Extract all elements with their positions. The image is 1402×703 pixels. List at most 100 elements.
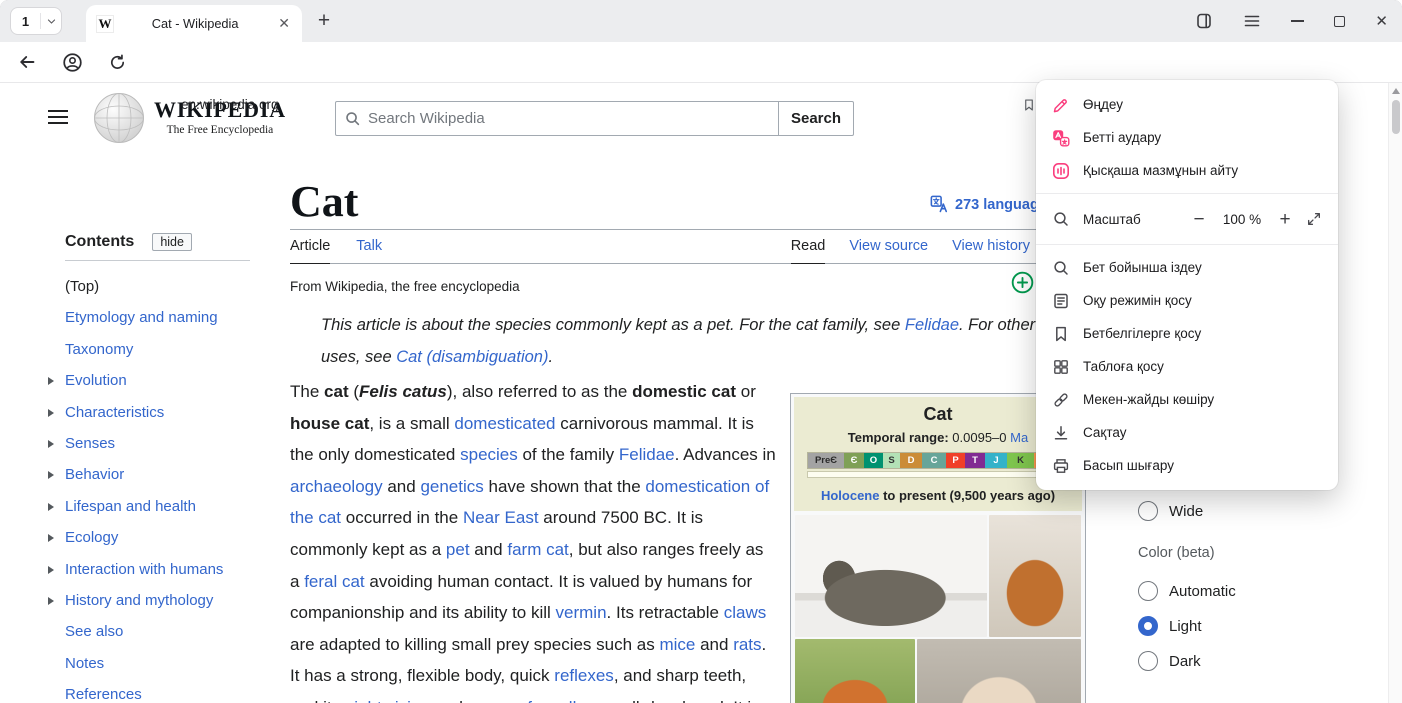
- toc-item[interactable]: See also: [65, 616, 250, 647]
- toc-item[interactable]: Evolution: [65, 365, 250, 396]
- new-tab-button[interactable]: +: [312, 9, 336, 33]
- appearance-option-wide[interactable]: Wide: [1138, 501, 1203, 521]
- appearance-option-dark[interactable]: Dark: [1138, 651, 1201, 671]
- appearance-option-light[interactable]: Light: [1138, 616, 1202, 636]
- tab-article[interactable]: Article: [290, 238, 330, 264]
- menu-item-copy-address[interactable]: Мекен-жайды көшіру: [1036, 383, 1338, 416]
- inline-link[interactable]: night vision: [345, 698, 430, 703]
- page-scrollbar[interactable]: [1388, 83, 1402, 703]
- search-submit-button[interactable]: Search: [778, 101, 854, 136]
- timeline-segment[interactable]: Є: [844, 453, 864, 468]
- inline-link[interactable]: claws: [724, 603, 767, 622]
- tab-talk[interactable]: Talk: [356, 238, 382, 264]
- timeline-segment[interactable]: K: [1007, 453, 1034, 468]
- menu-item-tablo[interactable]: Таблоға қосу: [1036, 350, 1338, 383]
- inline-link[interactable]: feral cat: [304, 572, 364, 591]
- radio-light-selected[interactable]: [1138, 616, 1158, 636]
- cat-photo-ginger[interactable]: [795, 639, 915, 703]
- inline-link[interactable]: Near East: [463, 508, 539, 527]
- timeline-segment[interactable]: PreЄ: [808, 453, 844, 468]
- inline-link[interactable]: rats: [733, 635, 761, 654]
- toc-item[interactable]: Characteristics: [65, 397, 250, 428]
- tab-counter-button[interactable]: 1: [10, 7, 62, 35]
- inline-link[interactable]: species: [460, 445, 518, 464]
- expand-icon[interactable]: [48, 597, 54, 605]
- timeline-segment[interactable]: T: [965, 453, 985, 468]
- inline-link[interactable]: mice: [659, 635, 695, 654]
- timeline-segment[interactable]: C: [922, 453, 946, 468]
- toc-item[interactable]: History and mythology: [65, 585, 250, 616]
- toc-item[interactable]: Notes: [65, 648, 250, 679]
- search-input[interactable]: Search Wikipedia: [335, 101, 779, 136]
- inline-link[interactable]: archaeology: [290, 477, 383, 496]
- menu-item-bookmark[interactable]: Бетбелгілерге қосу: [1036, 317, 1338, 350]
- toc-item[interactable]: Interaction with humans: [65, 554, 250, 585]
- inline-link[interactable]: Ma: [1010, 430, 1028, 445]
- toc-item[interactable]: References: [65, 679, 250, 703]
- profile-icon[interactable]: [62, 52, 83, 73]
- bookmark-icon[interactable]: [1022, 98, 1036, 112]
- timeline-segment[interactable]: P: [946, 453, 965, 468]
- appearance-option-automatic[interactable]: Automatic: [1138, 581, 1236, 601]
- inline-link[interactable]: farm cat: [507, 540, 568, 559]
- inline-link[interactable]: reflexes: [554, 666, 614, 685]
- inline-link[interactable]: Holocene: [821, 488, 880, 503]
- inline-link[interactable]: Felidae: [619, 445, 675, 464]
- menu-item-find[interactable]: Бет бойынша іздеу: [1036, 251, 1338, 284]
- inline-link[interactable]: sense of smell: [468, 698, 577, 703]
- inline-link[interactable]: pet: [446, 540, 470, 559]
- expand-icon[interactable]: [48, 377, 54, 385]
- fullscreen-icon[interactable]: [1306, 211, 1322, 227]
- window-close-button[interactable]: ✕: [1375, 14, 1388, 29]
- toc-item[interactable]: Ecology: [65, 522, 250, 553]
- scrollbar-thumb[interactable]: [1392, 100, 1400, 134]
- expand-icon[interactable]: [48, 409, 54, 417]
- tab-close-icon[interactable]: ✕: [276, 15, 292, 32]
- cat-photo-abyssinian[interactable]: [989, 515, 1081, 637]
- inline-link[interactable]: genetics: [420, 477, 483, 496]
- radio-automatic[interactable]: [1138, 581, 1158, 601]
- minimize-button[interactable]: [1291, 20, 1304, 22]
- wiki-menu-icon[interactable]: [48, 110, 68, 124]
- radio-dark[interactable]: [1138, 651, 1158, 671]
- maximize-button[interactable]: [1334, 16, 1345, 27]
- expand-icon[interactable]: [48, 503, 54, 511]
- timeline-segment[interactable]: S: [883, 453, 900, 468]
- toc-item[interactable]: Behavior: [65, 459, 250, 490]
- back-button[interactable]: [17, 52, 37, 72]
- toc-item[interactable]: Lifespan and health: [65, 491, 250, 522]
- zoom-in-button[interactable]: +: [1276, 210, 1294, 229]
- expand-icon[interactable]: [48, 534, 54, 542]
- side-panel-icon[interactable]: [1195, 12, 1213, 30]
- menu-item-save[interactable]: Сақтау: [1036, 416, 1338, 449]
- expand-icon[interactable]: [48, 471, 54, 479]
- menu-item-reader-mode[interactable]: Оқу режимін қосу: [1036, 284, 1338, 317]
- tab-read[interactable]: Read: [791, 238, 826, 264]
- inline-link[interactable]: Felidae: [905, 316, 959, 334]
- inline-link[interactable]: domesticated: [454, 414, 555, 433]
- expand-icon[interactable]: [48, 566, 54, 574]
- tab-view-history[interactable]: View history: [952, 238, 1030, 264]
- chevron-down-icon[interactable]: [41, 16, 61, 27]
- menu-item-translate-page[interactable]: Бетті аудару: [1036, 121, 1338, 154]
- inline-link[interactable]: Cat (disambiguation): [396, 348, 548, 366]
- browser-menu-icon[interactable]: [1243, 12, 1261, 30]
- expand-icon[interactable]: [48, 440, 54, 448]
- menu-item-summarize[interactable]: Қысқаша мазмұнын айту: [1036, 154, 1338, 187]
- reload-button[interactable]: [108, 53, 127, 72]
- zoom-out-button[interactable]: −: [1190, 210, 1208, 229]
- timeline-segment[interactable]: O: [864, 453, 883, 468]
- tab-view-source[interactable]: View source: [849, 238, 928, 264]
- cat-photo-tabby[interactable]: [795, 515, 987, 637]
- wikipedia-logo[interactable]: [93, 92, 145, 144]
- toc-item[interactable]: Taxonomy: [65, 334, 250, 365]
- menu-item-print[interactable]: Басып шығару: [1036, 449, 1338, 482]
- toc-item-top[interactable]: (Top): [65, 271, 250, 302]
- cat-photo-siamese[interactable]: [917, 639, 1081, 703]
- inline-link[interactable]: vermin: [556, 603, 607, 622]
- scroll-up-arrow[interactable]: [1392, 88, 1400, 94]
- add-icon[interactable]: [1011, 271, 1034, 294]
- timeline-segment[interactable]: D: [900, 453, 922, 468]
- toc-item[interactable]: Senses: [65, 428, 250, 459]
- menu-item-edit[interactable]: Өңдеу: [1036, 88, 1338, 121]
